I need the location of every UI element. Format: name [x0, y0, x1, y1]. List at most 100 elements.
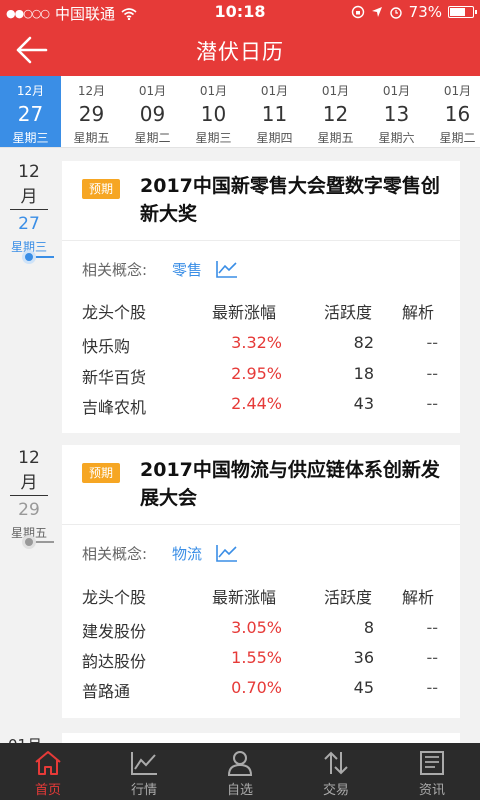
event-title[interactable]: 2017中国物流与供应链体系创新发展大会 [140, 456, 440, 512]
stock-analysis[interactable]: -- [400, 333, 438, 352]
tab-label: 行情 [130, 783, 157, 798]
date-item[interactable]: 01月 11 星期四 [244, 76, 305, 147]
transfer-icon [324, 751, 348, 775]
tab-label: 资讯 [418, 783, 445, 798]
date-day: 12 [322, 102, 349, 126]
stock-analysis[interactable]: -- [400, 678, 438, 697]
tab-trade[interactable]: 交易 [288, 743, 384, 800]
stock-name[interactable]: 新华百货 [82, 364, 146, 388]
stock-activity: 45 [353, 678, 374, 697]
stock-name[interactable]: 建发股份 [82, 618, 146, 642]
stock-name[interactable]: 快乐购 [82, 333, 130, 357]
status-bar: ●●○○○ 中国联通 10:18 73% [0, 0, 480, 24]
bottom-tab-bar: 首页 行情 自选 交易 资讯 [0, 743, 480, 800]
date-month: 01月 [138, 84, 167, 98]
trend-chart-icon[interactable] [216, 260, 238, 278]
date-item[interactable]: 01月 09 星期二 [122, 76, 183, 147]
stock-activity: 36 [353, 648, 374, 667]
date-day: 27 [17, 102, 44, 126]
stock-change: 0.70% [231, 678, 282, 697]
stock-analysis[interactable]: -- [400, 394, 438, 413]
date-day: 09 [139, 102, 166, 126]
date-weekday: 星期三 [12, 131, 49, 145]
date-month: 12月 [16, 84, 45, 98]
concept-link[interactable]: 零售 [172, 259, 202, 280]
battery-icon [448, 6, 477, 18]
date-day: 10 [200, 102, 227, 126]
tab-label: 交易 [322, 783, 349, 798]
trend-chart-icon[interactable] [216, 544, 238, 562]
date-day: 29 [78, 102, 105, 126]
column-header-activity: 活跃度 [324, 588, 373, 607]
date-month: 01月 [321, 84, 350, 98]
stock-analysis[interactable]: -- [400, 618, 438, 637]
timeline-marker [22, 535, 54, 549]
news-icon [420, 751, 444, 775]
date-weekday: 星期二 [134, 131, 171, 145]
date-item[interactable]: 01月 12 星期五 [305, 76, 366, 147]
app-header: 潜伏日历 [0, 24, 480, 76]
chart-icon [131, 752, 157, 775]
divider [62, 240, 460, 241]
timeline-day: 29 [18, 500, 40, 520]
stock-activity: 82 [353, 333, 374, 352]
date-strip: 12月 27 星期三 12月 29 星期五 01月 09 星期二 01月 10 星期三 01月 11 星期四… [0, 76, 480, 148]
stock-name[interactable]: 普路通 [82, 678, 130, 702]
alarm-icon [389, 7, 402, 19]
stock-change: 2.44% [231, 394, 282, 413]
date-month: 01月 [443, 84, 472, 98]
column-header-analysis: 解析 [402, 588, 435, 607]
tab-home[interactable]: 首页 [0, 743, 96, 800]
date-item[interactable]: 01月 10 星期三 [183, 76, 244, 147]
battery-percent: 73% [408, 3, 442, 21]
stock-name[interactable]: 韵达股份 [82, 648, 146, 672]
column-header-change: 最新涨幅 [212, 588, 277, 607]
stock-name[interactable]: 吉峰农机 [82, 394, 146, 418]
tab-market[interactable]: 行情 [96, 743, 192, 800]
timeline-month: 12月 [10, 448, 48, 496]
date-item[interactable]: 12月 27 星期三 [0, 76, 61, 147]
timeline-day: 27 [18, 214, 40, 234]
divider [62, 524, 460, 525]
stock-change: 3.05% [231, 618, 282, 637]
date-day: 16 [444, 102, 471, 126]
column-header-activity: 活跃度 [324, 303, 373, 322]
next-event-card[interactable] [62, 733, 460, 743]
tab-news[interactable]: 资讯 [384, 743, 480, 800]
stock-analysis[interactable]: -- [400, 648, 438, 667]
date-weekday: 星期三 [195, 131, 232, 145]
date-weekday: 星期六 [378, 131, 415, 145]
column-header-stock: 龙头个股 [82, 303, 147, 322]
date-month: 01月 [382, 84, 411, 98]
date-item[interactable]: 01月 16 星期二 [427, 76, 480, 147]
tab-watchlist[interactable]: 自选 [192, 743, 288, 800]
event-title[interactable]: 2017中国新零售大会暨数字零售创新大奖 [140, 172, 440, 228]
stock-activity: 43 [353, 394, 374, 413]
home-icon [35, 751, 61, 775]
date-item[interactable]: 12月 29 星期五 [61, 76, 122, 147]
status-badge: 预期 [82, 179, 121, 199]
date-weekday: 星期二 [439, 131, 476, 145]
timeline-date-2: 12月 29 星期五 [6, 448, 52, 541]
column-header-analysis: 解析 [402, 303, 435, 322]
stock-activity: 18 [353, 364, 374, 383]
date-month: 01月 [260, 84, 289, 98]
date-item[interactable]: 01月 13 星期六 [366, 76, 427, 147]
event-card[interactable]: 预期 2017中国物流与供应链体系创新发展大会 相关概念: 物流 龙头个股 最新… [62, 445, 460, 718]
column-header-stock: 龙头个股 [82, 588, 147, 607]
date-day: 13 [383, 102, 410, 126]
stock-change: 3.32% [231, 333, 282, 352]
status-badge: 预期 [82, 463, 121, 483]
concept-label: 相关概念: [82, 545, 148, 563]
timeline-month: 12月 [10, 162, 48, 210]
tab-label: 首页 [34, 783, 61, 798]
location-icon [371, 7, 382, 17]
stock-change: 2.95% [231, 364, 282, 383]
stock-activity: 8 [363, 618, 374, 637]
concept-link[interactable]: 物流 [172, 543, 202, 564]
event-card[interactable]: 预期 2017中国新零售大会暨数字零售创新大奖 相关概念: 零售 龙头个股 最新… [62, 161, 460, 433]
timeline-marker-active [22, 250, 54, 264]
stock-analysis[interactable]: -- [400, 364, 438, 383]
tab-label: 自选 [226, 783, 253, 798]
stock-change: 1.55% [231, 648, 282, 667]
